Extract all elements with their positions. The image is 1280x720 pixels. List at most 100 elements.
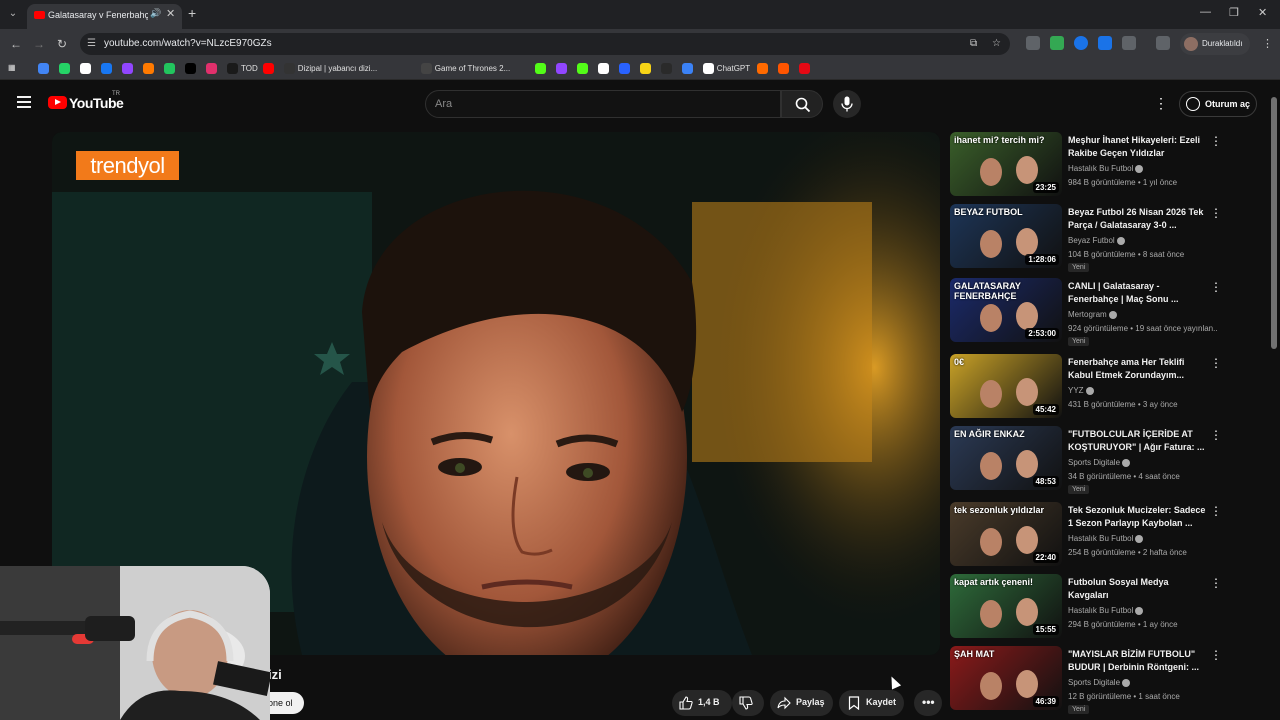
close-window-icon[interactable]: ✕ [1258, 6, 1267, 19]
bookmark-item[interactable] [101, 63, 115, 76]
search-input[interactable]: Ara [425, 90, 781, 118]
reload-icon[interactable]: ↻ [57, 37, 67, 51]
bookmark-item[interactable] [757, 63, 771, 76]
save-button[interactable]: Kaydet [839, 690, 904, 716]
bookmark-item[interactable] [597, 63, 612, 76]
more-actions-button[interactable]: ••• [914, 690, 942, 716]
bookmark-item[interactable] [38, 63, 52, 76]
bookmark-item[interactable] [778, 63, 792, 76]
extension-icon[interactable] [1050, 36, 1064, 50]
page-scrollbar[interactable] [1271, 85, 1277, 720]
video-thumbnail[interactable]: tek sezonluk yıldızlar 22:40 [950, 502, 1062, 566]
share-button[interactable]: Paylaş [770, 690, 833, 716]
bookmark-item[interactable]: Game of Thrones 2... [420, 63, 510, 76]
recommended-video[interactable]: 0€ 45:42 Fenerbahçe ama Her Teklifi Kabul … [950, 352, 1222, 418]
tab-search-icon[interactable]: ⌄ [5, 6, 21, 22]
back-arrow-icon[interactable]: ← [10, 37, 22, 51]
bookmark-star-icon[interactable]: ☆ [992, 38, 1001, 49]
speaker-icon[interactable]: 🔊 [150, 8, 161, 19]
recommended-video[interactable]: ŞAH MAT 46:39 "MAYISLAR BİZİM FUTBOLU" BUD… [950, 644, 1222, 714]
channel-name[interactable]: Hastalık Bu Futbol [1068, 164, 1144, 173]
recommended-video[interactable]: GALATASARAY FENERBAHÇE 2:53:00 CANLI | Gal… [950, 276, 1222, 346]
video-options-kebab-icon[interactable]: ⋮ [1210, 576, 1222, 590]
address-bar[interactable]: ☰ youtube.com/watch?v=NLzcE970GZs ⧉ ☆ [80, 33, 1010, 55]
settings-kebab-icon[interactable]: ⋮ [1154, 95, 1168, 112]
bookmark-item[interactable] [660, 63, 675, 76]
video-options-kebab-icon[interactable]: ⋮ [1210, 206, 1222, 220]
bookmark-item[interactable] [618, 63, 633, 76]
channel-name[interactable]: Sports Digitale [1068, 678, 1131, 687]
bookmark-item[interactable] [555, 63, 570, 76]
install-app-icon[interactable]: ⧉ [970, 38, 977, 49]
puzzle-extensions-icon[interactable] [1122, 36, 1136, 50]
video-thumbnail[interactable]: BEYAZ FUTBOL 1:28:06 [950, 204, 1062, 268]
bookmark-item[interactable] [143, 63, 157, 76]
video-thumbnail[interactable]: kapat artık çeneni! 15:55 [950, 574, 1062, 638]
close-tab-icon[interactable]: ✕ [166, 7, 175, 20]
video-title[interactable]: Tek Sezonluk Mucizeler: Sadece 1 Sezon P… [1068, 504, 1206, 530]
bookmark-item[interactable] [681, 63, 696, 76]
video-title[interactable]: Meşhur İhanet Hikayeleri: Ezeli Rakibe G… [1068, 134, 1206, 160]
video-title[interactable]: Futbolun Sosyal Medya Kavgaları [1068, 576, 1206, 602]
recommended-video[interactable]: ihanet mi? tercih mi? 23:25 Meşhur İhanet … [950, 130, 1222, 196]
extension-icon[interactable] [1074, 36, 1088, 50]
video-thumbnail[interactable]: 0€ 45:42 [950, 354, 1062, 418]
bookmark-item[interactable] [576, 63, 591, 76]
channel-name[interactable]: Mertogram [1068, 310, 1117, 319]
video-title[interactable]: "FUTBOLCULAR İÇERİDE AT KOŞTURUYOR" | Ağ… [1068, 428, 1206, 454]
bookmark-item[interactable] [639, 63, 654, 76]
bookmark-item[interactable] [799, 63, 813, 76]
video-options-kebab-icon[interactable]: ⋮ [1210, 280, 1222, 294]
maximize-icon[interactable]: ❐ [1229, 6, 1239, 19]
video-options-kebab-icon[interactable]: ⋮ [1210, 648, 1222, 662]
browser-tab-active[interactable]: Galatasaray v Fenerbahçe D... 🔊 ✕ [27, 4, 182, 29]
sign-in-button[interactable]: Oturum aç [1179, 91, 1257, 117]
minimize-icon[interactable]: — [1200, 6, 1211, 18]
bookmark-item[interactable] [80, 63, 94, 76]
bookmark-item[interactable]: ChatGPT [702, 63, 750, 76]
bookmark-item[interactable] [164, 63, 178, 76]
channel-name[interactable]: Sports Digitale [1068, 458, 1131, 467]
video-title[interactable]: Fenerbahçe ama Her Teklifi Kabul Etmek Z… [1068, 356, 1206, 382]
new-tab-icon[interactable]: + [188, 5, 196, 21]
scrollbar-thumb[interactable] [1271, 97, 1277, 349]
bookmark-item[interactable] [262, 63, 277, 76]
video-options-kebab-icon[interactable]: ⋮ [1210, 356, 1222, 370]
video-options-kebab-icon[interactable]: ⋮ [1210, 134, 1222, 148]
channel-name[interactable]: Hastalık Bu Futbol [1068, 606, 1144, 615]
bookmark-item[interactable] [185, 63, 199, 76]
video-thumbnail[interactable]: ihanet mi? tercih mi? 23:25 [950, 132, 1062, 196]
bookmark-item[interactable]: TOD [227, 63, 258, 76]
recommended-video[interactable]: EN AĞIR ENKAZ 48:53 "FUTBOLCULAR İÇERİDE A… [950, 424, 1222, 494]
like-button[interactable]: 1,4 B [672, 690, 732, 716]
profile-button[interactable]: Duraklatıldı [1180, 33, 1250, 55]
channel-name[interactable]: Beyaz Futbol [1068, 236, 1125, 245]
video-title[interactable]: "MAYISLAR BİZİM FUTBOLU" BUDUR | Derbini… [1068, 648, 1206, 674]
forward-arrow-icon[interactable]: → [33, 37, 45, 51]
bookmark-item[interactable] [534, 63, 549, 76]
site-info-icon[interactable]: ☰ [87, 38, 99, 50]
channel-name[interactable]: YYZ [1068, 386, 1094, 395]
video-title[interactable]: CANLI | Galatasaray - Fenerbahçe | Maç S… [1068, 280, 1206, 306]
bookmark-item[interactable] [59, 63, 73, 76]
video-thumbnail[interactable]: ŞAH MAT 46:39 [950, 646, 1062, 710]
video-options-kebab-icon[interactable]: ⋮ [1210, 504, 1222, 518]
voice-search-button[interactable] [833, 90, 861, 118]
recommended-video[interactable]: kapat artık çeneni! 15:55 Futbolun Sosyal … [950, 572, 1222, 638]
apps-grid-icon[interactable]: ▦ [8, 63, 16, 76]
chrome-menu-icon[interactable]: ⋮ [1262, 37, 1273, 50]
video-thumbnail[interactable]: EN AĞIR ENKAZ 48:53 [950, 426, 1062, 490]
video-title[interactable]: Beyaz Futbol 26 Nisan 2026 Tek Parça / G… [1068, 206, 1206, 232]
reading-list-icon[interactable] [1156, 36, 1170, 50]
recommended-video[interactable]: BEYAZ FUTBOL 1:28:06 Beyaz Futbol 26 Nisan… [950, 202, 1222, 272]
channel-name[interactable]: Hastalık Bu Futbol [1068, 534, 1144, 543]
search-button[interactable] [781, 90, 823, 118]
bookmark-item[interactable]: Dizipal | yabancı dizi... [283, 63, 377, 76]
menu-icon[interactable] [17, 96, 31, 108]
recommended-video[interactable]: tek sezonluk yıldızlar 22:40 Tek Sezonluk … [950, 500, 1222, 566]
extension-icon[interactable] [1098, 36, 1112, 50]
extension-icon[interactable] [1026, 36, 1040, 50]
video-thumbnail[interactable]: GALATASARAY FENERBAHÇE 2:53:00 [950, 278, 1062, 342]
url-text[interactable]: youtube.com/watch?v=NLzcE970GZs [104, 38, 272, 49]
dislike-button[interactable] [732, 690, 764, 716]
